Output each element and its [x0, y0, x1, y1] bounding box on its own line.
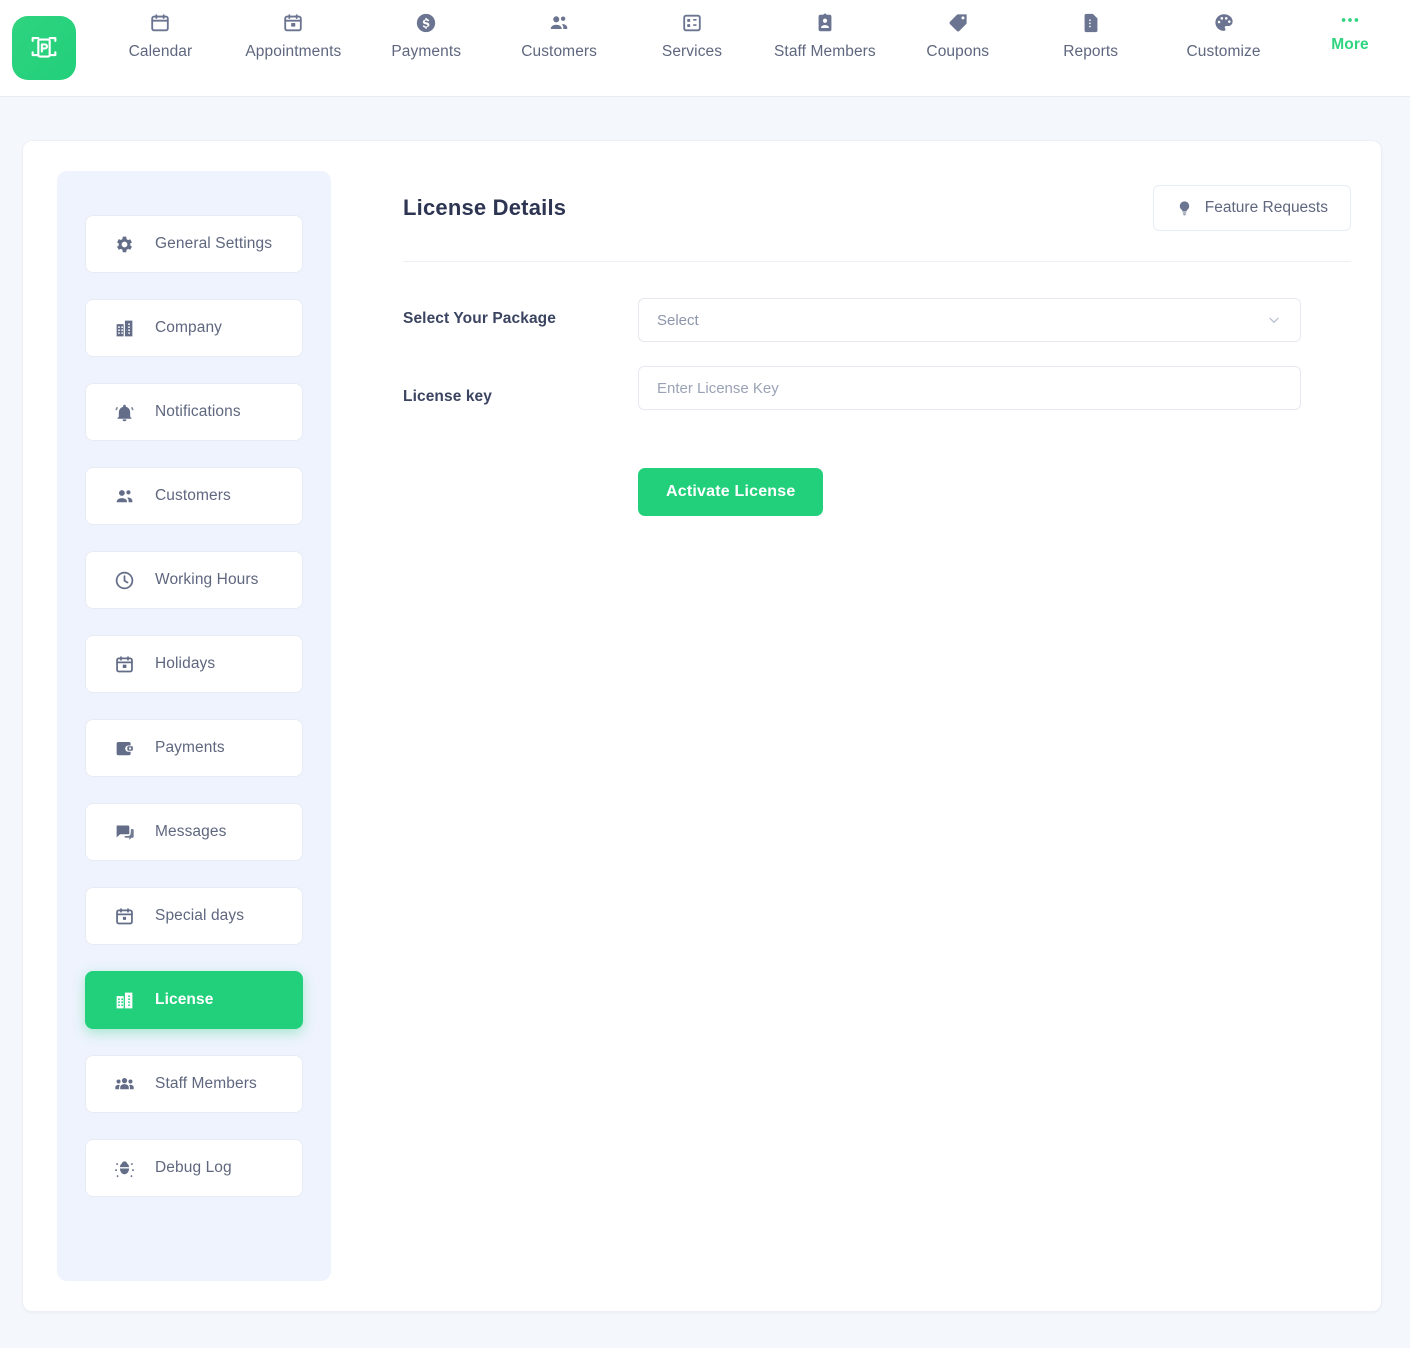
settings-sidebar: General Settings Company Notifications C…: [57, 171, 331, 1281]
sidebar-item-debug-log[interactable]: Debug Log: [85, 1139, 303, 1197]
sidebar-item-label: Payments: [155, 739, 225, 756]
sidebar-item-label: General Settings: [155, 235, 273, 252]
people-icon: [114, 486, 135, 507]
sidebar-item-customers[interactable]: Customers: [85, 467, 303, 525]
nav-item-calendar[interactable]: Calendar: [94, 12, 227, 61]
nav-label: Payments: [391, 43, 462, 60]
sidebar-item-label: Working Hours: [155, 571, 259, 588]
palette-icon: [1213, 12, 1235, 34]
sidebar-item-license[interactable]: License: [85, 971, 303, 1029]
sidebar-item-company[interactable]: Company: [85, 299, 303, 357]
nav-label: More: [1331, 36, 1369, 53]
license-form: Select Your Package Select License key E…: [403, 262, 1351, 516]
top-nav-items: Calendar Appointments Payments Customers…: [94, 0, 1410, 96]
nav-label: Appointments: [245, 43, 342, 60]
dollar-coin-icon: [415, 12, 437, 34]
sidebar-item-payments[interactable]: Payments: [85, 719, 303, 777]
sidebar-item-staff-members[interactable]: Staff Members: [85, 1055, 303, 1113]
sidebar-item-general-settings[interactable]: General Settings: [85, 215, 303, 273]
license-details-panel: License Details Feature Requests Select …: [331, 171, 1351, 1281]
sidebar-item-label: Customers: [155, 487, 231, 504]
license-key-field-wrap: [638, 366, 1301, 410]
top-navigation-bar: Calendar Appointments Payments Customers…: [0, 0, 1410, 96]
sidebar-item-label: License: [155, 991, 214, 1008]
brand-logo[interactable]: [12, 16, 76, 80]
bell-icon: [114, 402, 135, 423]
sidebar-item-label: Notifications: [155, 403, 241, 420]
settings-page-card: General Settings Company Notifications C…: [22, 140, 1382, 1312]
nav-item-payments[interactable]: Payments: [360, 12, 493, 61]
nav-item-services[interactable]: Services: [626, 12, 759, 61]
chat-bubbles-icon: [114, 822, 135, 843]
sidebar-item-working-hours[interactable]: Working Hours: [85, 551, 303, 609]
sidebar-item-special-days[interactable]: Special days: [85, 887, 303, 945]
nav-label: Customers: [521, 43, 598, 60]
sidebar-item-label: Holidays: [155, 655, 216, 672]
activate-license-button[interactable]: Activate License: [638, 468, 824, 516]
nav-item-customers[interactable]: Customers: [493, 12, 626, 61]
license-key-input[interactable]: [638, 366, 1301, 410]
package-row: Select Your Package Select: [403, 298, 1351, 342]
chevron-down-icon: [1266, 312, 1282, 328]
bug-icon: [114, 1158, 135, 1179]
package-select-value: Select: [657, 311, 699, 329]
building-icon: [114, 318, 135, 339]
report-document-icon: [1080, 12, 1102, 34]
sidebar-item-label: Special days: [155, 907, 245, 924]
building-icon: [114, 990, 135, 1011]
license-key-row: License key: [403, 366, 1351, 410]
gear-icon: [114, 234, 135, 255]
nav-label: Services: [661, 43, 723, 60]
nav-label: Coupons: [926, 43, 990, 60]
people-icon: [548, 12, 570, 34]
package-label: Select Your Package: [403, 310, 556, 327]
sidebar-item-notifications[interactable]: Notifications: [85, 383, 303, 441]
sidebar-item-messages[interactable]: Messages: [85, 803, 303, 861]
calendar-star-icon: [114, 906, 135, 927]
license-key-label: License key: [403, 388, 492, 405]
tag-icon: [947, 12, 969, 34]
panel-header: License Details Feature Requests: [403, 185, 1351, 262]
group-people-icon: [114, 1074, 135, 1095]
sidebar-item-label: Messages: [155, 823, 227, 840]
lightbulb-icon: [1176, 200, 1193, 217]
calendar-event-icon: [114, 654, 135, 675]
ellipsis-icon: [1339, 16, 1361, 24]
id-badge-icon: [814, 12, 836, 34]
sidebar-item-holidays[interactable]: Holidays: [85, 635, 303, 693]
feature-requests-button[interactable]: Feature Requests: [1152, 185, 1351, 231]
package-field-wrap: Select: [638, 298, 1301, 342]
calendar-icon: [149, 12, 171, 34]
nav-label: Calendar: [128, 43, 193, 60]
nav-item-appointments[interactable]: Appointments: [227, 12, 360, 61]
clock-icon: [114, 570, 135, 591]
nav-label: Reports: [1063, 43, 1119, 60]
sidebar-item-label: Debug Log: [155, 1159, 232, 1176]
feature-requests-label: Feature Requests: [1204, 199, 1328, 216]
sidebar-item-label: Staff Members: [155, 1075, 257, 1092]
nav-item-customize[interactable]: Customize: [1157, 12, 1290, 61]
sidebar-item-label: Company: [155, 319, 223, 336]
nav-item-coupons[interactable]: Coupons: [891, 12, 1024, 61]
bookly-logo-icon: [27, 31, 61, 65]
nav-item-more[interactable]: More: [1290, 12, 1410, 54]
nav-label: Staff Members: [773, 43, 876, 60]
page-title: License Details: [403, 195, 567, 220]
nav-label: Customize: [1186, 43, 1261, 60]
calendar-event-icon: [282, 12, 304, 34]
package-select[interactable]: Select: [638, 298, 1301, 342]
nav-item-staff-members[interactable]: Staff Members: [758, 12, 891, 61]
services-grid-icon: [681, 12, 703, 34]
wallet-icon: [114, 738, 135, 759]
nav-item-reports[interactable]: Reports: [1024, 12, 1157, 61]
